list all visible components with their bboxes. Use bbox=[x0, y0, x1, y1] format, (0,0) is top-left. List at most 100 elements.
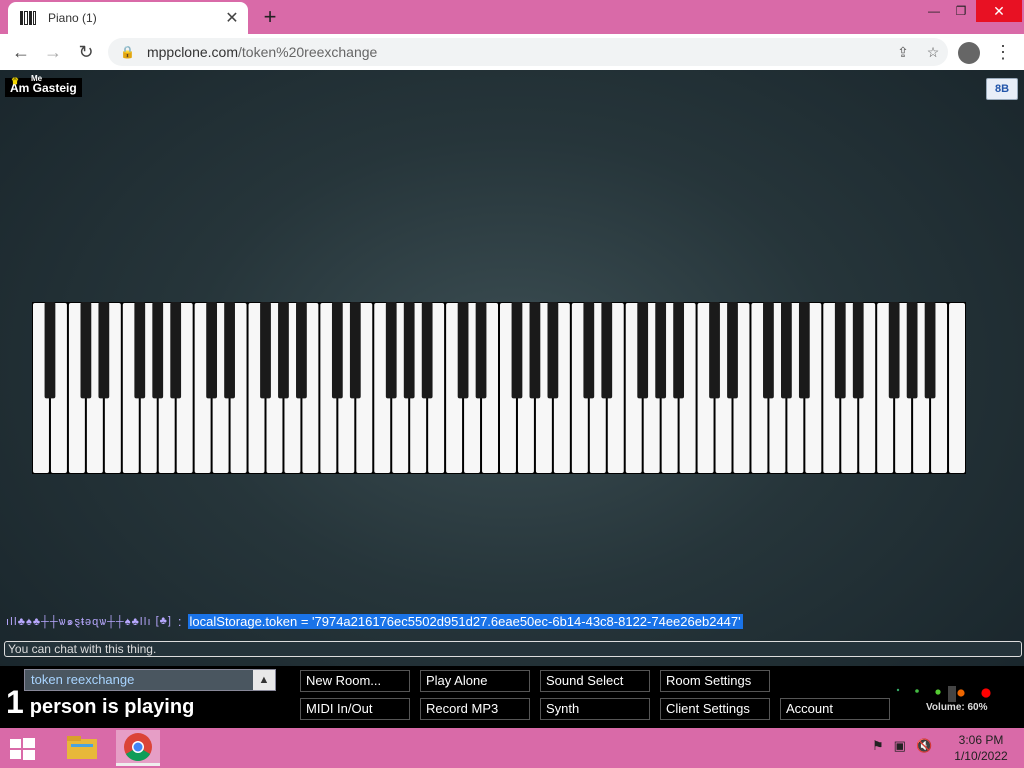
piano-black-key[interactable] bbox=[781, 302, 792, 399]
piano-black-key[interactable] bbox=[457, 302, 469, 399]
volume-label: Volume: 60% bbox=[926, 702, 988, 713]
chat-sender-name[interactable]: ıǀǀ♣♠♣┼┼ѡ๑ȿᵵǝɋѡ┼┼♠♣ǀǀı bbox=[6, 612, 152, 630]
profile-avatar-icon[interactable] bbox=[958, 42, 980, 64]
piano-black-key[interactable] bbox=[763, 302, 774, 399]
meter-dot-5 bbox=[981, 688, 991, 698]
piano-black-key[interactable] bbox=[224, 302, 235, 399]
address-bar[interactable]: 🔒 mppclone.com/token%20reexchange ⇪ ☆ bbox=[108, 38, 948, 66]
piano-black-key[interactable] bbox=[655, 302, 667, 399]
piano-black-key[interactable] bbox=[888, 302, 900, 399]
volume-knob[interactable] bbox=[948, 686, 956, 702]
piano-black-key[interactable] bbox=[798, 302, 810, 399]
client-settings-button[interactable]: Client Settings bbox=[660, 698, 770, 720]
tab-title: Piano (1) bbox=[48, 11, 97, 25]
piano-black-key[interactable] bbox=[385, 302, 397, 399]
piano-black-key[interactable] bbox=[80, 302, 92, 399]
network-icon[interactable]: ▣ bbox=[894, 738, 906, 754]
os-taskbar: ⚑ ▣ 🔇 3:06 PM 1/10/2022 bbox=[0, 728, 1024, 768]
bb-button[interactable]: 8B bbox=[986, 78, 1018, 100]
synth-button[interactable]: Synth bbox=[540, 698, 650, 720]
piano-black-key[interactable] bbox=[834, 302, 846, 399]
url-text[interactable]: mppclone.com/token%20reexchange bbox=[147, 44, 888, 60]
user-name: Am Gasteig bbox=[10, 81, 77, 95]
piano-black-key[interactable] bbox=[924, 302, 936, 399]
action-center-flag-icon[interactable]: ⚑ bbox=[872, 738, 884, 754]
share-icon[interactable]: ⇪ bbox=[888, 44, 918, 61]
piano-black-key[interactable] bbox=[278, 302, 289, 399]
piano-black-key[interactable] bbox=[170, 302, 182, 399]
file-explorer-icon[interactable] bbox=[60, 730, 104, 766]
piano-black-key[interactable] bbox=[673, 302, 685, 399]
chevron-up-icon[interactable]: ▲ bbox=[253, 670, 275, 690]
midi-button[interactable]: MIDI In/Out bbox=[300, 698, 410, 720]
meter-dot-2 bbox=[915, 689, 919, 693]
piano-black-key[interactable] bbox=[511, 302, 523, 399]
new-room-button[interactable]: New Room... bbox=[300, 670, 410, 692]
piano-black-key[interactable] bbox=[906, 302, 918, 399]
account-button[interactable]: Account bbox=[780, 698, 890, 720]
browser-toolbar: ← → ↻ 🔒 mppclone.com/token%20reexchange … bbox=[0, 34, 1024, 71]
browser-tab[interactable]: Piano (1) ✕ bbox=[8, 2, 248, 34]
browser-tab-bar: Piano (1) ✕ + — ❐ ✕ bbox=[0, 0, 1024, 34]
piano-black-key[interactable] bbox=[98, 302, 110, 399]
tab-close-icon[interactable]: ✕ bbox=[222, 8, 242, 28]
piano-keys-svg[interactable] bbox=[32, 302, 966, 474]
piano-page: ♛ Me Am Gasteig 8B ıǀǀ♣♠♣┼┼ѡ๑ȿᵵǝɋѡ┼┼♠♣ǀǀ… bbox=[0, 70, 1024, 728]
piano-black-key[interactable] bbox=[421, 302, 433, 399]
chrome-icon[interactable] bbox=[116, 730, 160, 766]
piano-black-key[interactable] bbox=[852, 302, 864, 399]
piano-black-key[interactable] bbox=[727, 302, 738, 399]
piano-black-key[interactable] bbox=[403, 302, 415, 399]
menu-kebab-icon[interactable]: ⋮ bbox=[994, 42, 1012, 63]
back-arrow-icon[interactable]: ← bbox=[10, 42, 32, 63]
piano-black-key[interactable] bbox=[260, 302, 271, 399]
user-name-tag[interactable]: ♛ Me Am Gasteig bbox=[5, 74, 82, 97]
bookmark-star-icon[interactable]: ☆ bbox=[918, 44, 948, 61]
piano-keyboard[interactable] bbox=[32, 302, 966, 474]
chat-message-text: localStorage.token = '7974a216176ec5502d… bbox=[187, 613, 743, 629]
people-count-number: 1 bbox=[6, 684, 24, 720]
window-close-button[interactable]: ✕ bbox=[976, 0, 1022, 22]
piano-black-key[interactable] bbox=[296, 302, 307, 399]
system-tray: ⚑ ▣ 🔇 bbox=[872, 738, 932, 754]
piano-black-key[interactable] bbox=[134, 302, 146, 399]
windows-start-icon[interactable] bbox=[8, 736, 36, 762]
piano-black-key[interactable] bbox=[637, 302, 649, 399]
play-alone-button[interactable]: Play Alone bbox=[420, 670, 530, 692]
forward-arrow-icon[interactable]: → bbox=[42, 42, 64, 63]
window-maximize-button[interactable]: ❐ bbox=[946, 0, 976, 22]
lock-icon[interactable]: 🔒 bbox=[120, 45, 135, 59]
new-tab-button[interactable]: + bbox=[258, 4, 282, 30]
sound-select-button[interactable]: Sound Select bbox=[540, 670, 650, 692]
piano-black-key[interactable] bbox=[547, 302, 559, 399]
reload-icon[interactable]: ↻ bbox=[75, 42, 97, 63]
url-path: /token%20reexchange bbox=[238, 44, 378, 60]
chat-colon: : bbox=[177, 613, 182, 629]
record-mp3-button[interactable]: Record MP3 bbox=[420, 698, 530, 720]
bottom-panel: token reexchange ▲ 1 person is playing N… bbox=[0, 666, 1024, 728]
meter-dot-4 bbox=[957, 689, 965, 697]
url-domain: mppclone.com bbox=[146, 44, 238, 60]
clock-time: 3:06 PM bbox=[958, 733, 1004, 747]
piano-black-key[interactable] bbox=[709, 302, 720, 399]
piano-black-key[interactable] bbox=[331, 302, 343, 399]
piano-black-key[interactable] bbox=[601, 302, 613, 399]
piano-black-key[interactable] bbox=[206, 302, 218, 399]
piano-black-key[interactable] bbox=[349, 302, 361, 399]
chat-sender-tag: [♣] bbox=[155, 615, 172, 627]
crown-icon: ♛ bbox=[11, 76, 20, 86]
me-badge: Me bbox=[31, 74, 43, 83]
piano-white-key[interactable] bbox=[949, 303, 965, 473]
room-settings-button[interactable]: Room Settings bbox=[660, 670, 770, 692]
speaker-muted-icon[interactable]: 🔇 bbox=[916, 738, 932, 754]
chat-input[interactable]: You can chat with this thing. bbox=[4, 641, 1022, 657]
piano-black-key[interactable] bbox=[44, 302, 56, 399]
piano-black-key[interactable] bbox=[152, 302, 164, 399]
piano-black-key[interactable] bbox=[529, 302, 541, 399]
system-clock[interactable]: 3:06 PM 1/10/2022 bbox=[950, 732, 1012, 764]
piano-black-key[interactable] bbox=[475, 302, 487, 399]
people-count-text: person is playing bbox=[29, 696, 195, 718]
meter-dot-1 bbox=[896, 688, 900, 692]
chat-message: ıǀǀ♣♠♣┼┼ѡ๑ȿᵵǝɋѡ┼┼♠♣ǀǀı [♣] : localStorag… bbox=[6, 612, 743, 630]
piano-black-key[interactable] bbox=[583, 302, 595, 399]
